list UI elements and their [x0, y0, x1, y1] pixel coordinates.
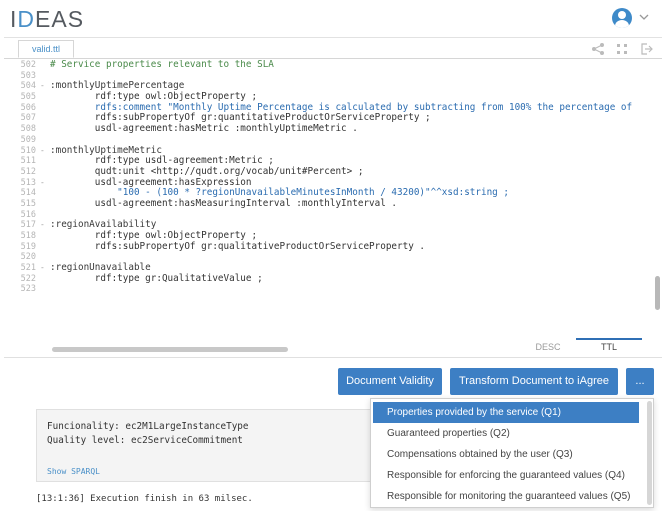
line-number: 511 — [20, 156, 36, 167]
line-number: 517 — [20, 220, 36, 231]
menu-item-q1[interactable]: Properties provided by the service (Q1) — [373, 402, 639, 423]
line-number: 522 — [20, 273, 36, 284]
line-number: 521 — [20, 263, 36, 274]
result-quality-level: Quality level: ec2ServiceCommitment — [47, 435, 243, 446]
code-text: rdf:type owl:ObjectProperty ; — [50, 91, 258, 103]
code-text: :monthlyUptimePercentage — [50, 80, 185, 92]
tab-strip-divider — [4, 58, 662, 59]
menu-item-q2[interactable]: Guaranteed properties (Q2) — [371, 423, 643, 444]
more-options-button[interactable]: ... — [626, 368, 654, 395]
code-text: rdf:type owl:ObjectProperty ; — [50, 230, 258, 241]
line-number: 523 — [20, 284, 36, 295]
document-validity-button[interactable]: Document Validity — [338, 368, 442, 395]
fold-marker[interactable]: - — [40, 81, 50, 92]
code-line: 523 — [4, 284, 654, 295]
code-text: rdf:type usdl-agreement:Metric ; — [50, 155, 274, 167]
line-number: 513 — [20, 177, 36, 188]
code-text: :regionUnavailable — [50, 262, 151, 274]
menu-item-q5[interactable]: Responsible for monitoring the guarantee… — [371, 486, 643, 507]
share-icon[interactable] — [590, 41, 606, 57]
code-editor: valid.ttl 502 # Service properties releva… — [4, 37, 662, 357]
code-text: :regionAvailability — [50, 219, 157, 231]
logo-accent: D — [17, 6, 36, 32]
code-line: 515 usdl-agreement:hasMeasuringInterval … — [4, 197, 654, 210]
line-number: 508 — [20, 124, 36, 135]
line-number: 502 — [20, 60, 36, 70]
transform-document-button[interactable]: Transform Document to iAgree — [450, 368, 618, 395]
line-number: 515 — [20, 198, 36, 209]
line-number: 512 — [20, 166, 36, 177]
menu-item-q3[interactable]: Compensations obtained by the user (Q3) — [371, 444, 643, 465]
tab-ttl[interactable]: TTL — [586, 342, 632, 352]
code-text: rdf:type gr:QualitativeValue ; — [50, 272, 263, 284]
line-number: 518 — [20, 231, 36, 241]
line-number: 509 — [20, 134, 36, 145]
user-avatar-icon[interactable] — [612, 8, 632, 28]
line-number: 505 — [20, 92, 36, 103]
fold-marker[interactable]: - — [40, 178, 50, 189]
show-sparql-link[interactable]: Show SPARQL — [47, 467, 100, 476]
line-number: 516 — [20, 209, 36, 220]
line-number: 519 — [20, 241, 36, 252]
fold-marker[interactable]: - — [40, 220, 50, 231]
code-text: usdl-agreement:hasMetric :monthlyUptimeM… — [50, 123, 358, 135]
chevron-down-icon[interactable] — [638, 11, 650, 23]
fold-marker[interactable]: - — [40, 263, 50, 274]
line-number: 514 — [20, 188, 36, 199]
query-dropdown-menu: Properties provided by the service (Q1) … — [370, 398, 654, 508]
code-content[interactable]: 502 # Service properties relevant to the … — [4, 60, 654, 354]
execution-log: [13:1:36] Execution finish in 63 milsec. — [36, 494, 253, 504]
code-text: "100 - (100 * ?regionUnavailableMinutesI… — [50, 187, 509, 199]
line-number: 520 — [20, 252, 36, 263]
line-number: 503 — [20, 70, 36, 81]
vertical-scrollbar[interactable] — [655, 276, 660, 310]
active-tab-indicator — [576, 338, 642, 340]
code-line: 519 rdfs:subPropertyOf gr:qualitativePro… — [4, 240, 654, 253]
code-line: 502 # Service properties relevant to the … — [4, 60, 654, 71]
code-text: qudt:unit <http://qudt.org/vocab/unit#Pe… — [50, 165, 364, 177]
code-text: rdfs:comment "Monthly Uptime Percentage … — [50, 101, 633, 113]
code-text: usdl-agreement:hasMeasuringInterval :mon… — [50, 197, 398, 209]
code-text: usdl-agreement:hasExpression — [50, 176, 252, 188]
result-functionality: Funcionality: ec2M1LargeInstanceType — [47, 421, 249, 432]
line-number: 506 — [20, 102, 36, 113]
line-number: 507 — [20, 113, 36, 124]
line-number: 504 — [20, 81, 36, 92]
code-line: 508 usdl-agreement:hasMetric :monthlyUpt… — [4, 123, 654, 135]
code-text: rdfs:subPropertyOf gr:qualitativeProduct… — [50, 240, 426, 252]
tab-valid-ttl[interactable]: valid.ttl — [18, 40, 74, 58]
fullscreen-icon[interactable] — [614, 41, 630, 57]
exit-icon[interactable] — [638, 41, 654, 57]
view-tabs: DESC TTL — [0, 338, 666, 358]
menu-scrollbar[interactable] — [647, 401, 652, 505]
line-number: 510 — [20, 145, 36, 156]
tab-desc[interactable]: DESC — [528, 342, 568, 352]
menu-item-q4[interactable]: Responsible for enforcing the guaranteed… — [371, 465, 643, 486]
code-text: rdfs:subPropertyOf gr:quantitativeProduc… — [50, 112, 431, 124]
query-result-panel: Funcionality: ec2M1LargeInstanceType Qua… — [36, 409, 376, 482]
app-header: IDEAS — [0, 0, 666, 36]
logo-part: EAS — [35, 6, 85, 32]
ideas-logo[interactable]: IDEAS — [10, 6, 84, 33]
fold-marker[interactable]: - — [40, 146, 50, 157]
code-text: :monthlyUptimeMetric — [50, 144, 162, 156]
code-line: 522 rdf:type gr:QualitativeValue ; — [4, 272, 654, 285]
divider — [4, 357, 662, 358]
code-text: # Service properties relevant to the SLA — [50, 60, 274, 70]
